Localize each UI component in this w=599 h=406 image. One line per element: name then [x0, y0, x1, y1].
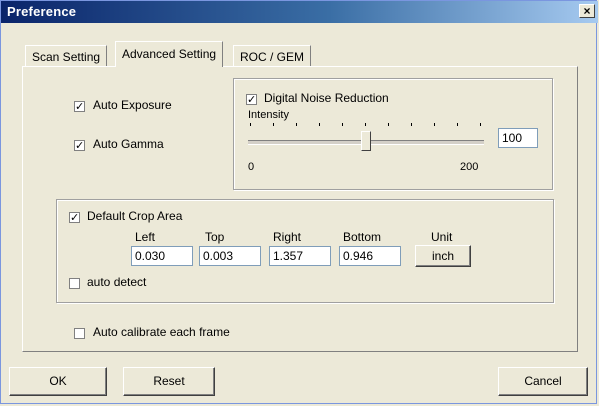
unit-button-label: inch — [431, 249, 454, 263]
slider-thumb[interactable] — [361, 131, 371, 151]
check-icon: ✓ — [75, 101, 85, 113]
tab-roc-gem-label: ROC / GEM — [240, 50, 305, 64]
default-crop-area-group: ✓ Default Crop Area Left Top Right Botto… — [56, 199, 554, 303]
ok-button-label: OK — [49, 374, 67, 388]
default-crop-area-label: Default Crop Area — [87, 209, 183, 223]
auto-exposure-label: Auto Exposure — [93, 98, 172, 112]
tab-advanced-setting-label: Advanced Setting — [122, 47, 217, 61]
slider-tick — [342, 123, 343, 126]
slider-tick — [296, 123, 297, 126]
auto-calibrate-checkbox[interactable] — [74, 328, 85, 339]
slider-min-label: 0 — [248, 161, 255, 173]
slider-tick — [480, 123, 481, 126]
crop-bottom-field[interactable] — [339, 246, 401, 266]
slider-tick — [388, 123, 389, 126]
cancel-button[interactable]: Cancel — [498, 367, 588, 396]
close-button[interactable]: × — [579, 4, 595, 18]
advanced-setting-panel: ✓ Auto Exposure ✓ Auto Gamma ✓ Digital N… — [22, 66, 578, 352]
default-crop-area-checkbox[interactable]: ✓ — [69, 212, 80, 224]
intensity-label: Intensity — [248, 109, 289, 121]
slider-tick — [319, 123, 320, 126]
crop-bottom-header: Bottom — [343, 230, 382, 244]
auto-detect-label: auto detect — [87, 275, 147, 289]
tab-roc-gem[interactable]: ROC / GEM — [233, 45, 312, 67]
auto-calibrate-label: Auto calibrate each frame — [93, 325, 230, 339]
crop-left-header: Left — [135, 230, 156, 244]
slider-tick — [411, 123, 412, 126]
auto-gamma-checkbox[interactable]: ✓ — [74, 140, 85, 152]
auto-detect-checkbox[interactable] — [69, 278, 80, 289]
tab-advanced-setting[interactable]: Advanced Setting — [115, 41, 224, 67]
check-icon: ✓ — [70, 212, 80, 224]
auto-gamma-label: Auto Gamma — [93, 137, 164, 151]
preference-dialog: Preference × Scan Setting Advanced Setti… — [0, 0, 598, 404]
intensity-slider[interactable] — [248, 123, 488, 153]
slider-tick — [434, 123, 435, 126]
cancel-button-label: Cancel — [524, 374, 562, 388]
auto-exposure-checkbox[interactable]: ✓ — [74, 101, 85, 113]
noise-reduction-group: ✓ Digital Noise Reduction Intensity 0 20… — [233, 78, 553, 190]
ok-button[interactable]: OK — [9, 367, 107, 396]
check-icon: ✓ — [247, 94, 257, 106]
window-title: Preference — [7, 4, 77, 19]
crop-right-header: Right — [273, 230, 302, 244]
close-icon: × — [583, 4, 591, 18]
crop-top-field[interactable] — [199, 246, 261, 266]
reset-button-label: Reset — [153, 374, 185, 388]
reset-button[interactable]: Reset — [123, 367, 215, 396]
check-icon: ✓ — [75, 140, 85, 152]
slider-tick — [273, 123, 274, 126]
crop-left-field[interactable] — [131, 246, 193, 266]
digital-noise-reduction-label: Digital Noise Reduction — [264, 91, 389, 105]
tab-scan-setting[interactable]: Scan Setting — [25, 45, 108, 67]
digital-noise-reduction-checkbox[interactable]: ✓ — [246, 94, 257, 106]
slider-max-label: 200 — [460, 161, 479, 173]
crop-unit-header: Unit — [431, 230, 453, 244]
unit-button[interactable]: inch — [415, 245, 471, 267]
slider-tick — [365, 123, 366, 126]
tab-scan-setting-label: Scan Setting — [32, 50, 101, 64]
crop-right-field[interactable] — [269, 246, 331, 266]
crop-top-header: Top — [205, 230, 225, 244]
title-bar: Preference × — [1, 1, 598, 23]
slider-tick — [457, 123, 458, 126]
intensity-value-field[interactable] — [498, 128, 538, 148]
slider-tick — [250, 123, 251, 126]
